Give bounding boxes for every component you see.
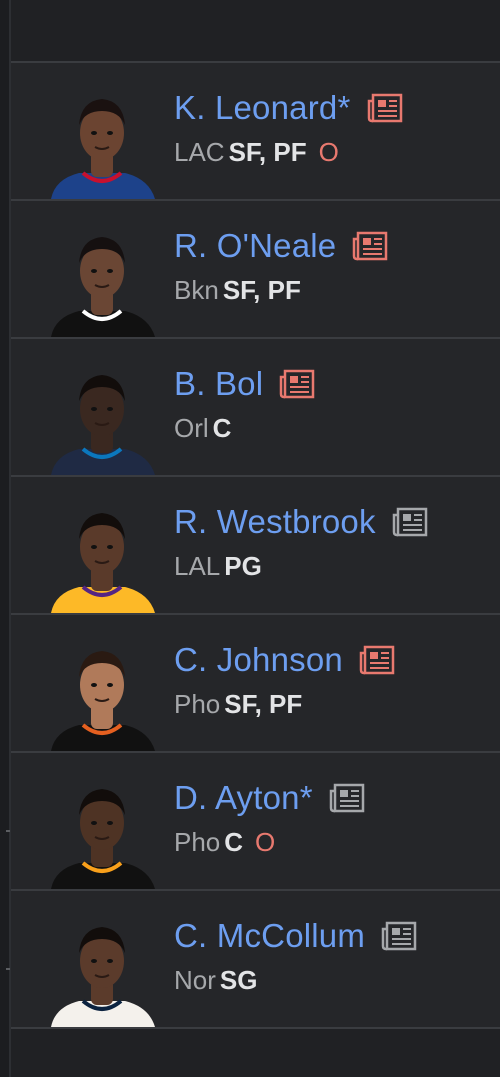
positions: C (212, 413, 232, 443)
player-list: K. Leonard* LAC SF, PF O R. O'Neale Bkn … (11, 63, 500, 1029)
player-row[interactable]: C. Johnson Pho SF, PF (11, 615, 500, 753)
player-name-line: R. O'Neale (174, 227, 388, 265)
player-row[interactable]: D. Ayton* Pho C O (11, 753, 500, 891)
positions: SF, PF (228, 137, 307, 167)
player-meta: Nor SG (174, 965, 257, 996)
player-name-link[interactable]: R. O'Neale (174, 227, 336, 265)
injury-status-badge: O (318, 137, 339, 167)
player-meta: LAC SF, PF O (174, 137, 339, 168)
player-name-link[interactable]: C. McCollum (174, 917, 365, 955)
player-meta: LAL PG (174, 551, 262, 582)
news-alert-icon[interactable] (352, 231, 388, 261)
news-alert-icon[interactable] (359, 645, 395, 675)
news-icon[interactable] (329, 783, 365, 813)
news-alert-icon[interactable] (279, 369, 315, 399)
team-abbrev: LAL (174, 551, 221, 581)
player-name-line: R. Westbrook (174, 503, 428, 541)
player-headshot[interactable] (43, 81, 161, 199)
player-headshot[interactable] (43, 357, 161, 475)
positions: PG (224, 551, 262, 581)
player-row[interactable]: B. Bol Orl C (11, 339, 500, 477)
player-name-line: C. Johnson (174, 641, 395, 679)
news-alert-icon[interactable] (367, 93, 403, 123)
team-abbrev: Bkn (174, 275, 219, 305)
player-headshot[interactable] (43, 771, 161, 889)
player-headshot[interactable] (43, 219, 161, 337)
player-meta: Orl C (174, 413, 231, 444)
player-headshot[interactable] (43, 633, 161, 751)
team-abbrev: Pho (174, 827, 221, 857)
player-row[interactable]: K. Leonard* LAC SF, PF O (11, 63, 500, 201)
player-name-line: C. McCollum (174, 917, 417, 955)
news-icon[interactable] (392, 507, 428, 537)
player-name-link[interactable]: D. Ayton* (174, 779, 313, 817)
player-headshot[interactable] (43, 495, 161, 613)
player-name-line: B. Bol (174, 365, 315, 403)
team-abbrev: Pho (174, 689, 221, 719)
positions: SF, PF (224, 689, 303, 719)
player-row[interactable]: R. O'Neale Bkn SF, PF (11, 201, 500, 339)
positions: C (224, 827, 244, 857)
player-name-line: D. Ayton* (174, 779, 365, 817)
player-meta: Pho C O (174, 827, 275, 858)
player-name-link[interactable]: R. Westbrook (174, 503, 376, 541)
gutter-tick (6, 830, 10, 832)
team-abbrev: Nor (174, 965, 216, 995)
player-row[interactable]: R. Westbrook LAL PG (11, 477, 500, 615)
roster-panel: K. Leonard* LAC SF, PF O R. O'Neale Bkn … (0, 0, 500, 1077)
news-icon[interactable] (381, 921, 417, 951)
positions: SF, PF (222, 275, 301, 305)
injury-status-badge: O (255, 827, 276, 857)
gutter-tick (6, 968, 10, 970)
team-abbrev: LAC (174, 137, 225, 167)
player-name-link[interactable]: C. Johnson (174, 641, 343, 679)
player-meta: Bkn SF, PF (174, 275, 301, 306)
positions: SG (219, 965, 258, 995)
player-row[interactable]: C. McCollum Nor SG (11, 891, 500, 1029)
player-headshot[interactable] (43, 909, 161, 1027)
player-name-link[interactable]: B. Bol (174, 365, 263, 403)
header-spacer (11, 0, 500, 63)
team-abbrev: Orl (174, 413, 209, 443)
footer-spacer (11, 1029, 500, 1077)
player-name-line: K. Leonard* (174, 89, 403, 127)
player-name-link[interactable]: K. Leonard* (174, 89, 351, 127)
player-meta: Pho SF, PF (174, 689, 302, 720)
